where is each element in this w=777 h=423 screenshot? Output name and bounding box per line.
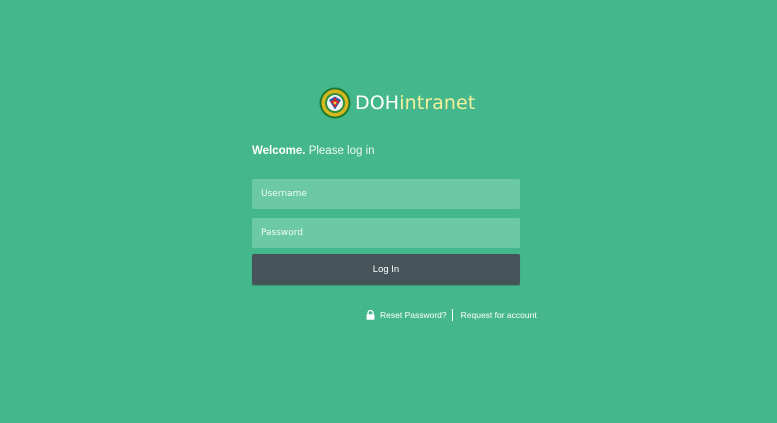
brand-name-intranet: intranet xyxy=(399,92,476,114)
login-button[interactable]: Log In xyxy=(252,254,520,285)
request-account-link[interactable]: Request for account xyxy=(461,310,537,320)
brand-header: DOHintranet xyxy=(319,87,475,119)
welcome-text: Please log in xyxy=(308,145,375,157)
brand-wordmark: DOHintranet xyxy=(355,87,475,119)
reset-password-link[interactable]: Reset Password? xyxy=(380,310,447,320)
password-input[interactable] xyxy=(252,218,520,248)
brand-name-doh: DOH xyxy=(355,92,400,114)
username-input[interactable] xyxy=(252,179,520,209)
lock-icon xyxy=(366,310,375,320)
welcome-message: Welcome. Please log in xyxy=(252,144,375,159)
link-separator xyxy=(451,309,453,321)
welcome-heading: Welcome. xyxy=(252,145,306,157)
doh-seal-icon xyxy=(319,87,351,119)
account-links: Reset Password? Request for account xyxy=(366,308,537,322)
